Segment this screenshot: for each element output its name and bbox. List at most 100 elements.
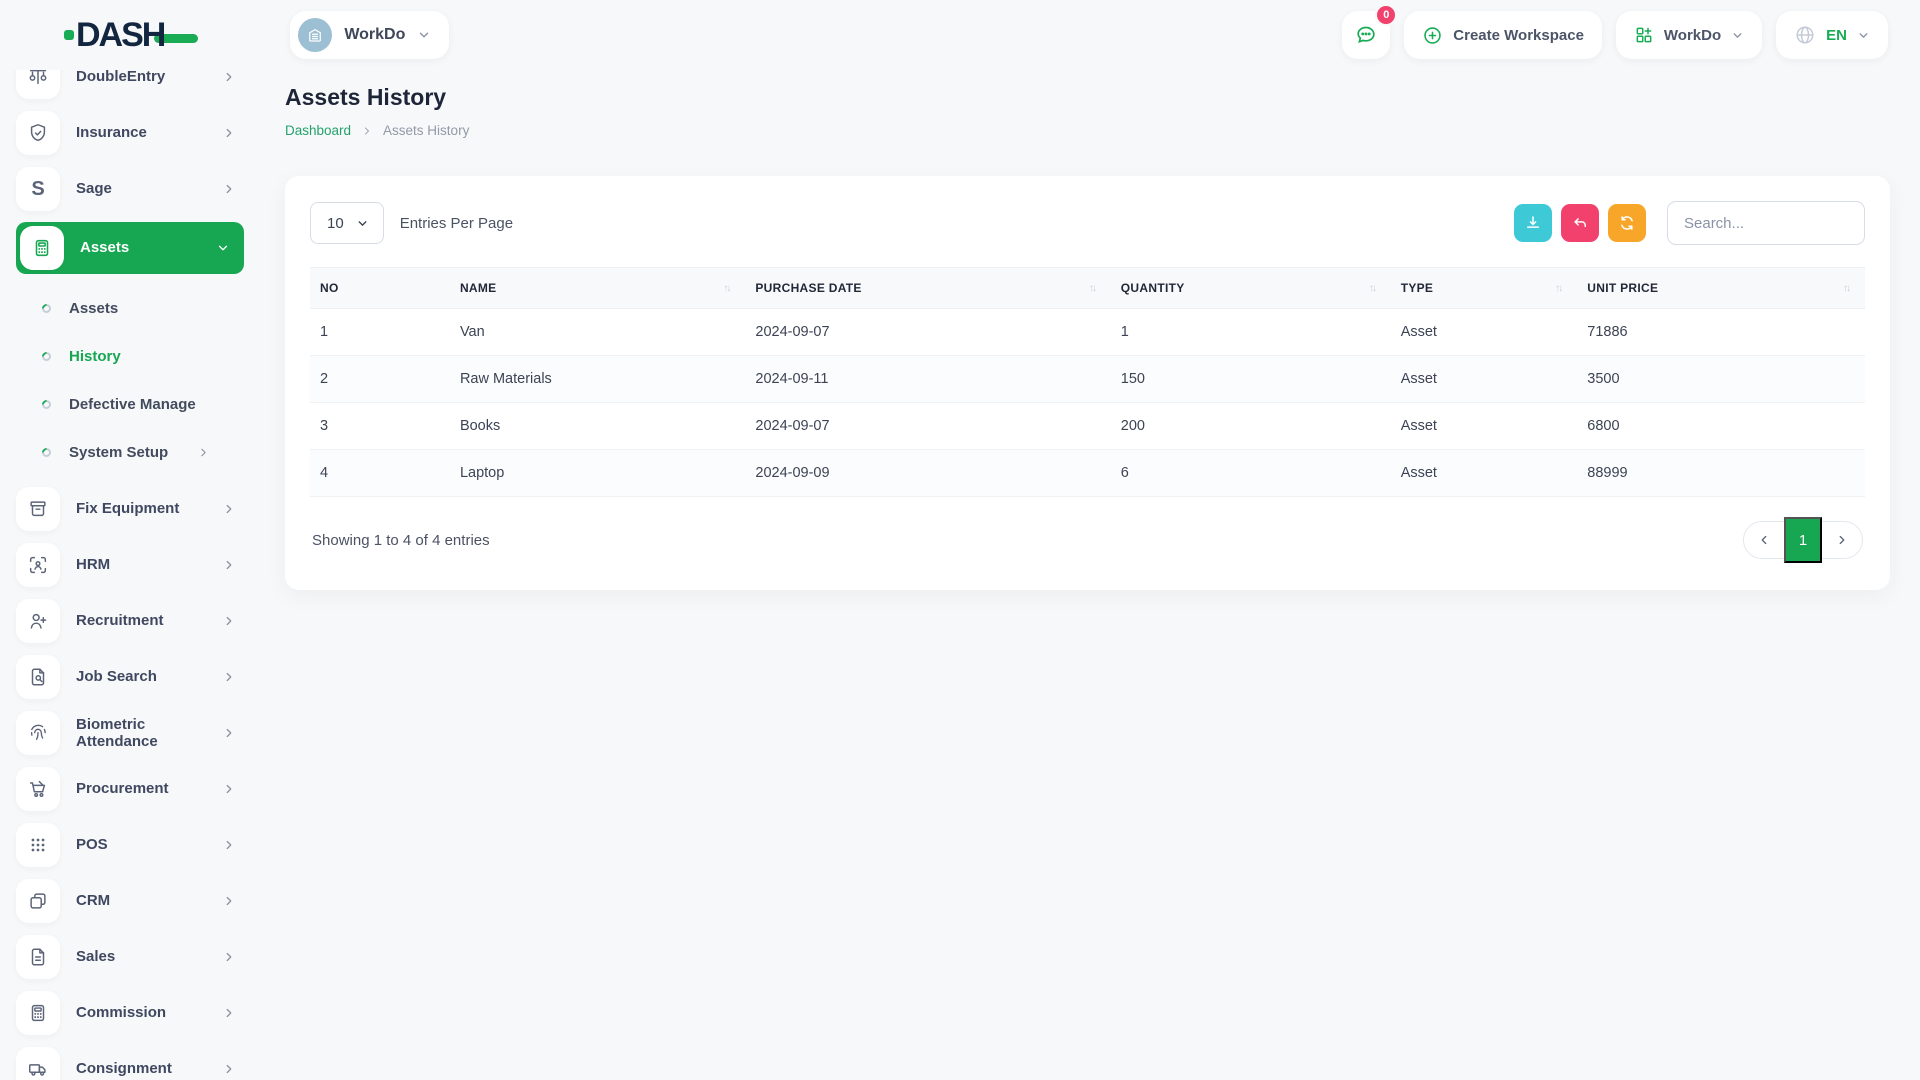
table-controls: 10 Entries Per Page (310, 201, 1865, 245)
chevron-down-icon (356, 217, 369, 230)
column-header-unit-price[interactable]: UNIT PRICE ↑↓ (1577, 268, 1865, 309)
language-label: EN (1826, 27, 1847, 44)
submenu-item-history[interactable]: History (42, 336, 250, 376)
download-icon (1524, 214, 1542, 232)
chevron-right-icon (197, 446, 210, 459)
breadcrumb-current: Assets History (383, 123, 469, 138)
user-menu-label: WorkDo (1664, 27, 1721, 44)
chevron-right-icon (222, 1006, 236, 1020)
back-button[interactable] (1561, 204, 1599, 242)
language-button[interactable]: EN (1776, 11, 1888, 59)
table-header-row: NO NAME ↑↓ PURCHASE DATE ↑↓ QUANTITY ↑↓ (310, 268, 1865, 309)
submenu-item-assets[interactable]: Assets (42, 288, 250, 328)
pagination: 1 (1743, 521, 1863, 559)
chevron-down-icon (216, 241, 230, 255)
main-content: Assets History Dashboard Assets History … (250, 70, 1920, 1080)
next-page-button[interactable] (1822, 521, 1862, 559)
table-row: 2 Raw Materials 2024-09-11 150 Asset 350… (310, 356, 1865, 403)
sidebar-item-sales[interactable]: Sales (16, 934, 250, 980)
bullet-icon (40, 302, 53, 315)
previous-page-button[interactable] (1744, 521, 1784, 559)
sidebar-item-procurement[interactable]: Procurement (16, 766, 250, 812)
submenu-item-defective-manage[interactable]: Defective Manage (42, 384, 250, 424)
column-header-purchase-date[interactable]: PURCHASE DATE ↑↓ (745, 268, 1110, 309)
shield-check-icon (16, 111, 60, 155)
chevron-right-icon (222, 70, 236, 84)
sidebar-item-sage[interactable]: S Sage (16, 166, 250, 212)
fingerprint-icon (16, 711, 60, 755)
current-page-button[interactable]: 1 (1784, 517, 1822, 563)
messages-badge: 0 (1375, 4, 1397, 26)
sort-icon[interactable]: ↑↓ (1089, 283, 1101, 294)
chevron-right-icon (222, 502, 236, 516)
sage-icon: S (16, 167, 60, 211)
assets-submenu: Assets History Defective Manage System S… (16, 284, 250, 486)
messages-button[interactable]: 0 (1342, 11, 1390, 59)
assets-history-table: NO NAME ↑↓ PURCHASE DATE ↑↓ QUANTITY ↑↓ (310, 267, 1865, 497)
bullet-icon (40, 350, 53, 363)
search-input[interactable] (1667, 201, 1865, 245)
bullet-icon (40, 398, 53, 411)
column-header-name[interactable]: NAME ↑↓ (450, 268, 745, 309)
building-icon (306, 26, 324, 44)
column-header-type[interactable]: TYPE ↑↓ (1391, 268, 1578, 309)
calculator-icon (20, 226, 64, 270)
create-workspace-button[interactable]: Create Workspace (1404, 11, 1602, 59)
create-workspace-label: Create Workspace (1453, 27, 1584, 44)
sidebar-item-assets[interactable]: Assets (16, 222, 244, 274)
sort-icon[interactable]: ↑↓ (1843, 283, 1855, 294)
user-plus-icon (16, 599, 60, 643)
entries-per-page-select[interactable]: 10 (310, 202, 384, 244)
breadcrumb: Dashboard Assets History (285, 123, 1890, 138)
sidebar-item-consignment[interactable]: Consignment (16, 1046, 250, 1080)
breadcrumb-dashboard-link[interactable]: Dashboard (285, 123, 351, 138)
chevron-right-icon (222, 1062, 236, 1076)
document-icon (16, 935, 60, 979)
table-row: 1 Van 2024-09-07 1 Asset 71886 (310, 309, 1865, 356)
sidebar-item-fix-equipment[interactable]: Fix Equipment (16, 486, 250, 532)
sidebar-item-job-search[interactable]: Job Search (16, 654, 250, 700)
chevron-right-icon (222, 838, 236, 852)
sidebar-item-biometric-attendance[interactable]: Biometric Attendance (16, 710, 250, 756)
chevron-right-icon (222, 182, 236, 196)
sort-icon[interactable]: ↑↓ (1555, 283, 1567, 294)
archive-box-icon (16, 487, 60, 531)
topbar-actions: 0 Create Workspace WorkDo EN (1342, 11, 1888, 59)
chevron-right-icon (222, 558, 236, 572)
sort-icon[interactable]: ↑↓ (1369, 283, 1381, 294)
scan-focus-icon (16, 543, 60, 587)
chevron-left-icon (1757, 533, 1771, 547)
chevron-down-icon (1731, 29, 1744, 42)
sidebar-item-commission[interactable]: Commission (16, 990, 250, 1036)
sort-icon[interactable]: ↑↓ (723, 283, 735, 294)
grid-plus-icon (1634, 25, 1654, 45)
export-button[interactable] (1514, 204, 1552, 242)
chevron-right-icon (361, 125, 373, 137)
sidebar-item-hrm[interactable]: HRM (16, 542, 250, 588)
entries-summary: Showing 1 to 4 of 4 entries (312, 532, 490, 549)
chat-icon (1354, 23, 1378, 47)
undo-arrow-icon (1571, 214, 1589, 232)
sidebar-item-doubleentry[interactable]: DoubleEntry (16, 70, 250, 100)
topbar: DASH WorkDo 0 Create Workspace (0, 0, 1920, 70)
globe-icon (1794, 24, 1816, 46)
workspace-name: WorkDo (344, 26, 405, 44)
workspace-selector[interactable]: WorkDo (290, 11, 449, 59)
submenu-item-system-setup[interactable]: System Setup (42, 432, 250, 472)
user-menu-button[interactable]: WorkDo (1616, 11, 1762, 59)
overlapping-squares-icon (16, 879, 60, 923)
refresh-button[interactable] (1608, 204, 1646, 242)
chevron-right-icon (222, 670, 236, 684)
sidebar-item-insurance[interactable]: Insurance (16, 110, 250, 156)
calculator-icon (16, 991, 60, 1035)
entries-per-page-value: 10 (327, 215, 344, 232)
chevron-right-icon (222, 782, 236, 796)
column-header-quantity[interactable]: QUANTITY ↑↓ (1111, 268, 1391, 309)
sidebar-item-crm[interactable]: CRM (16, 878, 250, 924)
sidebar-item-pos[interactable]: POS (16, 822, 250, 868)
scale-icon (16, 70, 60, 99)
sidebar-item-recruitment[interactable]: Recruitment (16, 598, 250, 644)
chevron-right-icon (222, 126, 236, 140)
column-header-no[interactable]: NO (310, 268, 450, 309)
table-footer: Showing 1 to 4 of 4 entries 1 (310, 521, 1865, 565)
